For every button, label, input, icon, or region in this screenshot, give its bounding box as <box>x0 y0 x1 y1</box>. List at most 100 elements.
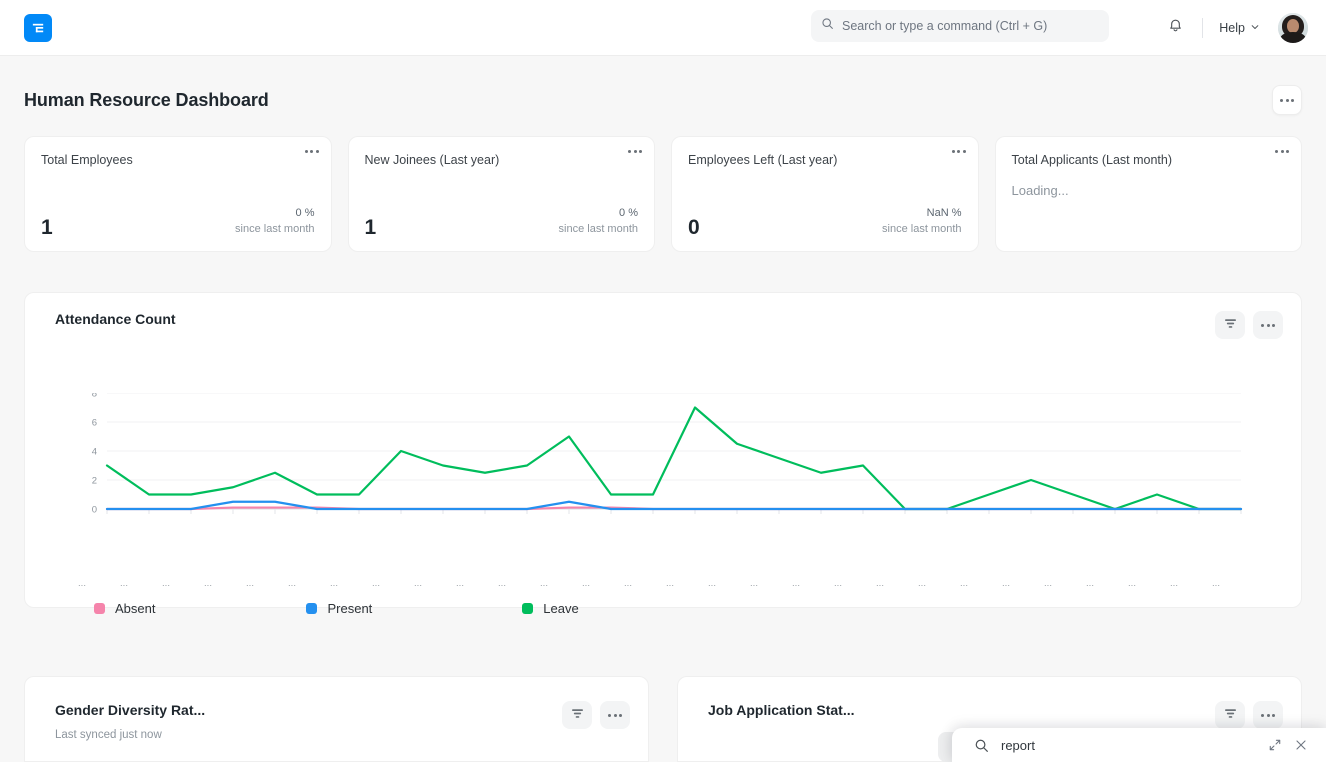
filter-icon <box>1224 706 1237 724</box>
card-loading-text: Loading... <box>1011 183 1069 198</box>
card-menu-button[interactable] <box>304 150 319 153</box>
y-axis-tick-label: 8 <box>92 393 97 400</box>
erpnext-logo-icon[interactable] <box>24 14 52 42</box>
card-filter-button[interactable] <box>1215 701 1245 729</box>
search-overlay-input[interactable]: report <box>1001 738 1260 753</box>
card-period: since last month <box>558 223 638 236</box>
ellipsis-icon <box>1261 713 1275 717</box>
card-footer: 0 NaN % since last month <box>688 206 962 238</box>
avatar-face <box>1287 19 1299 33</box>
card-title: Job Application Stat... <box>708 702 855 718</box>
attendance-chart-card: Attendance Count 0 2 4 6 8 <box>24 292 1302 608</box>
x-axis-tick-label: ... <box>582 578 590 589</box>
search-icon <box>821 17 834 35</box>
legend-item-absent[interactable]: Absent <box>94 601 155 616</box>
page-title: Human Resource Dashboard <box>24 89 269 110</box>
user-avatar[interactable] <box>1278 13 1308 43</box>
gender-diversity-card: Gender Diversity Rat... Last synced just… <box>24 676 649 762</box>
top-navbar: Search or type a command (Ctrl + G) Help <box>0 0 1326 56</box>
ellipsis-icon <box>628 150 642 153</box>
number-cards-row: Total Employees 1 0 % since last month N… <box>24 136 1302 252</box>
x-axis-tick-label: ... <box>624 578 632 589</box>
x-axis-tick-label: ... <box>834 578 842 589</box>
legend-swatch <box>94 603 105 614</box>
x-axis-tick-label: ... <box>708 578 716 589</box>
card-menu-button[interactable] <box>1253 701 1283 729</box>
x-axis-tick-label: ... <box>1170 578 1178 589</box>
x-axis-tick-label: ... <box>120 578 128 589</box>
x-axis-tick-label: ... <box>498 578 506 589</box>
ellipsis-icon <box>1261 323 1275 327</box>
chart-legend: Absent Present Leave <box>94 601 579 616</box>
card-title: New Joinees (Last year) <box>364 153 500 167</box>
legend-item-present[interactable]: Present <box>306 601 372 616</box>
close-icon[interactable] <box>1290 734 1312 756</box>
card-title: Total Applicants (Last month) <box>1011 153 1173 167</box>
x-axis-tick-label: ... <box>1212 578 1220 589</box>
filter-icon <box>1224 316 1237 334</box>
legend-swatch <box>522 603 534 614</box>
ellipsis-icon <box>304 150 319 153</box>
number-card-total-applicants[interactable]: Total Applicants (Last month) Loading... <box>994 136 1302 252</box>
x-axis-tick-label: ... <box>456 578 464 589</box>
search-overlay-panel: report <box>952 728 1326 762</box>
x-axis-tick-label: ... <box>876 578 884 589</box>
number-card-employees-left[interactable]: Employees Left (Last year) 0 NaN % since… <box>671 136 979 252</box>
search-icon <box>974 738 989 753</box>
x-axis-tick-label: ... <box>414 578 422 589</box>
dashboard-menu-button[interactable] <box>1272 85 1302 115</box>
global-search-placeholder: Search or type a command (Ctrl + G) <box>842 18 1048 33</box>
navbar-divider <box>1202 18 1204 38</box>
x-axis-tick-label: ... <box>1128 578 1136 589</box>
ellipsis-icon <box>1275 150 1289 153</box>
card-menu-button[interactable] <box>600 701 630 729</box>
card-percent: 0 % <box>619 207 638 220</box>
card-delta: 0 % since last month <box>559 206 638 238</box>
chart-header: Attendance Count <box>55 311 1283 339</box>
legend-swatch <box>306 603 318 614</box>
chevron-down-icon <box>1250 21 1260 35</box>
card-filter-button[interactable] <box>562 701 592 729</box>
number-card-new-joinees[interactable]: New Joinees (Last year) 1 0 % since last… <box>347 136 655 252</box>
card-period: since last month <box>882 223 962 236</box>
x-axis-tick-label: ... <box>78 578 86 589</box>
card-footer: 1 0 % since last month <box>41 206 315 238</box>
x-axis-tick-label: ... <box>1002 578 1010 589</box>
y-axis-tick-label: 4 <box>92 447 97 458</box>
number-card-total-employees[interactable]: Total Employees 1 0 % since last month <box>24 136 332 252</box>
chart-filter-button[interactable] <box>1215 311 1245 339</box>
expand-diagonal-icon[interactable] <box>1264 734 1286 756</box>
card-percent: NaN % <box>926 207 962 220</box>
help-label: Help <box>1219 21 1245 35</box>
legend-item-leave[interactable]: Leave <box>522 601 579 616</box>
ellipsis-icon <box>608 713 622 717</box>
x-axis-tick-label: ... <box>330 578 338 589</box>
help-menu-button[interactable]: Help <box>1215 17 1264 39</box>
card-title: Employees Left (Last year) <box>688 153 838 167</box>
filter-icon <box>571 706 584 724</box>
card-period: since last month <box>235 223 315 236</box>
card-delta: NaN % since last month <box>882 206 961 238</box>
chart-menu-button[interactable] <box>1253 311 1283 339</box>
global-search-input[interactable]: Search or type a command (Ctrl + G) <box>811 10 1109 42</box>
x-axis-tick-label: ... <box>792 578 800 589</box>
avatar-body <box>1280 32 1306 43</box>
card-menu-button[interactable] <box>951 150 966 153</box>
page-header: Human Resource Dashboard <box>24 80 1302 120</box>
card-delta: 0 % since last month <box>235 206 314 238</box>
legend-label: Leave <box>543 601 579 616</box>
card-menu-button[interactable] <box>628 150 642 153</box>
card-menu-button[interactable] <box>1275 150 1289 153</box>
notifications-button[interactable] <box>1160 13 1190 43</box>
x-axis-tick-label: ... <box>162 578 170 589</box>
card-value: 1 <box>364 216 377 239</box>
card-footer: 1 0 % since last month <box>365 206 639 238</box>
ellipsis-icon <box>1280 98 1294 102</box>
y-axis-tick-label: 6 <box>92 418 97 429</box>
x-axis-tick-label: ... <box>750 578 758 589</box>
card-value: 0 <box>688 216 700 239</box>
x-axis-tick-label: ... <box>918 578 926 589</box>
legend-label: Present <box>327 601 373 616</box>
card-value: 1 <box>41 216 53 239</box>
attendance-plot: 0 2 4 6 8 <box>81 393 1271 543</box>
